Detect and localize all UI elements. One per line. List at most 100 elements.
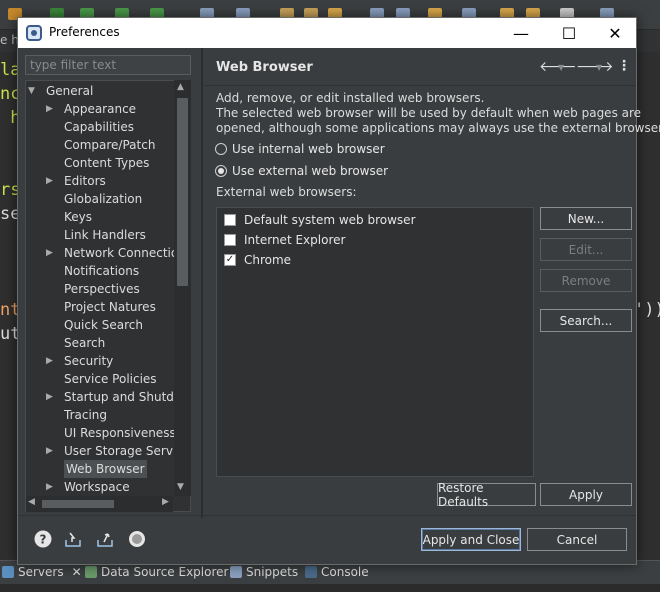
chevron-right-icon[interactable]: ▶ [46,478,53,496]
page-title: Web Browser [216,60,313,75]
tree-item-label: Perspectives [64,282,140,296]
chevron-right-icon[interactable]: ▶ [46,352,53,370]
edit-browser-button[interactable]: Edit... [540,238,632,261]
tree-item-label: Capabilities [64,120,134,134]
tab-label: Snippets [246,565,299,579]
tree-horizontal-scrollbar[interactable]: ◀ ▶ [26,496,173,512]
browser-name: Chrome [244,253,292,267]
tree-item-label: Workspace [64,480,130,494]
help-icon[interactable]: ? [34,530,52,548]
browser-row[interactable]: Internet Explorer [224,233,345,247]
more-menu-icon[interactable]: ⋮ [617,58,631,74]
tree-item-label: Appearance [64,102,137,116]
chevron-right-icon[interactable]: ▶ [46,100,53,118]
close-button[interactable]: ✕ [592,18,638,48]
new-browser-button[interactable]: New... [540,207,632,230]
search-browsers-button[interactable]: Search... [540,309,632,332]
record-icon[interactable] [128,530,146,548]
chevron-down-icon[interactable]: ▼ [28,82,35,100]
description-line: The selected web browser will be used by… [216,106,642,120]
tree-item-label: Tracing [64,408,108,422]
editor-tab-label: e h [0,33,19,47]
tree-item-label: Security [64,354,114,368]
page-header: Web Browser 🡐 ▼ 🡒 ▼ ⋮ [204,48,636,86]
chevron-right-icon[interactable]: ▶ [46,388,53,406]
chevron-up-icon[interactable]: ▲ [177,82,184,92]
scroll-thumb[interactable] [42,500,114,508]
tree-item-label: Service Policies [64,372,157,386]
tab-label: Data Source Explorer [101,565,229,579]
footer-divider [18,515,636,516]
apply-button[interactable]: Apply [540,483,632,506]
servers-icon [2,566,14,578]
tree-item-label: UI Responsiveness M [64,426,190,440]
checkbox[interactable] [224,214,236,226]
tree-item-label: Link Handlers [64,228,146,242]
preference-tree[interactable]: ▼ General ▶ Appearance Capabilities Compare/P… [25,80,191,512]
remove-browser-button[interactable]: Remove [540,269,632,292]
tab-data-source-explorer[interactable]: Data Source Explorer [85,565,228,579]
minimize-button[interactable]: — [498,18,544,48]
chevron-right-icon[interactable]: ▶ [46,442,53,460]
preferences-dialog: Preferences — ☐ ✕ type filter text ▼ Gene… [17,17,660,565]
dialog-title: Preferences [49,25,120,39]
browser-list-label: External web browsers: [216,185,357,199]
browser-name: Default system web browser [244,213,416,227]
external-browser-list[interactable]: Default system web browser Internet Explo… [216,207,534,477]
radio-button[interactable] [215,165,227,177]
tree-item-label: Startup and Shutdow [64,390,191,404]
status-strip [0,584,660,592]
tree-item-label: Editors [64,174,106,188]
chevron-down-icon[interactable]: ▼ [558,63,564,72]
chevron-down-icon[interactable]: ▼ [596,63,602,72]
apply-and-close-button[interactable]: Apply and Close [421,528,521,551]
tree-item-label: Network Connection [64,246,186,260]
tab-label: Servers [18,565,64,579]
radio-label: Use external web browser [232,164,389,178]
tree-item-label: Quick Search [64,318,143,332]
internal-browser-option[interactable]: Use internal web browser [215,142,385,156]
chevron-down-icon[interactable]: ▼ [177,482,184,492]
description-line: opened, although some applications may a… [216,121,660,135]
tree-item-label: General [46,84,94,98]
tree-item-label: Globalization [64,192,143,206]
tree-item-label: Notifications [64,264,140,278]
scroll-thumb[interactable] [177,98,188,286]
checkbox[interactable]: ✓ [224,254,236,266]
chevron-left-icon[interactable]: ◀ [28,497,35,507]
snippets-icon [230,566,242,578]
dialog-titlebar[interactable]: Preferences — ☐ ✕ [18,18,636,48]
radio-button[interactable] [215,143,227,155]
chevron-right-icon[interactable]: ▶ [162,497,169,507]
browser-row[interactable]: Default system web browser [224,213,416,227]
tree-item-label: Search [64,336,106,350]
chevron-right-icon[interactable]: ▶ [46,244,53,262]
tree-item-label: Keys [64,210,93,224]
filter-input[interactable]: type filter text [25,55,191,75]
browser-name: Internet Explorer [244,233,346,247]
cancel-button[interactable]: Cancel [527,528,627,551]
tree-item-label: User Storage Service [64,444,191,458]
tab-console[interactable]: Console [305,565,369,579]
tree-vertical-scrollbar[interactable]: ▲ ▼ [174,80,191,496]
tab-snippets[interactable]: Snippets [230,565,298,579]
chevron-right-icon[interactable]: ▶ [46,172,53,190]
tree-item-label: Compare/Patch [64,138,156,152]
radio-label: Use internal web browser [232,142,385,156]
tab-label: Console [321,565,369,579]
tab-servers[interactable]: Servers ✕ [2,565,82,579]
checkbox[interactable] [224,234,236,246]
maximize-button[interactable]: ☐ [546,18,592,48]
console-icon [305,566,317,578]
close-icon[interactable]: ✕ [72,565,82,579]
export-icon[interactable] [96,530,114,548]
restore-defaults-button[interactable]: Restore Defaults [437,481,536,509]
eclipse-app-icon [26,25,42,41]
external-browser-option[interactable]: Use external web browser [215,164,388,178]
tree-item-label: Project Natures [64,300,156,314]
browser-row[interactable]: ✓ Chrome [224,253,291,267]
tree-item-label: Web Browser [64,460,147,478]
pane-splitter[interactable] [201,48,203,518]
forward-arrow-icon[interactable]: 🡒 [576,58,614,75]
import-icon[interactable] [64,530,82,548]
